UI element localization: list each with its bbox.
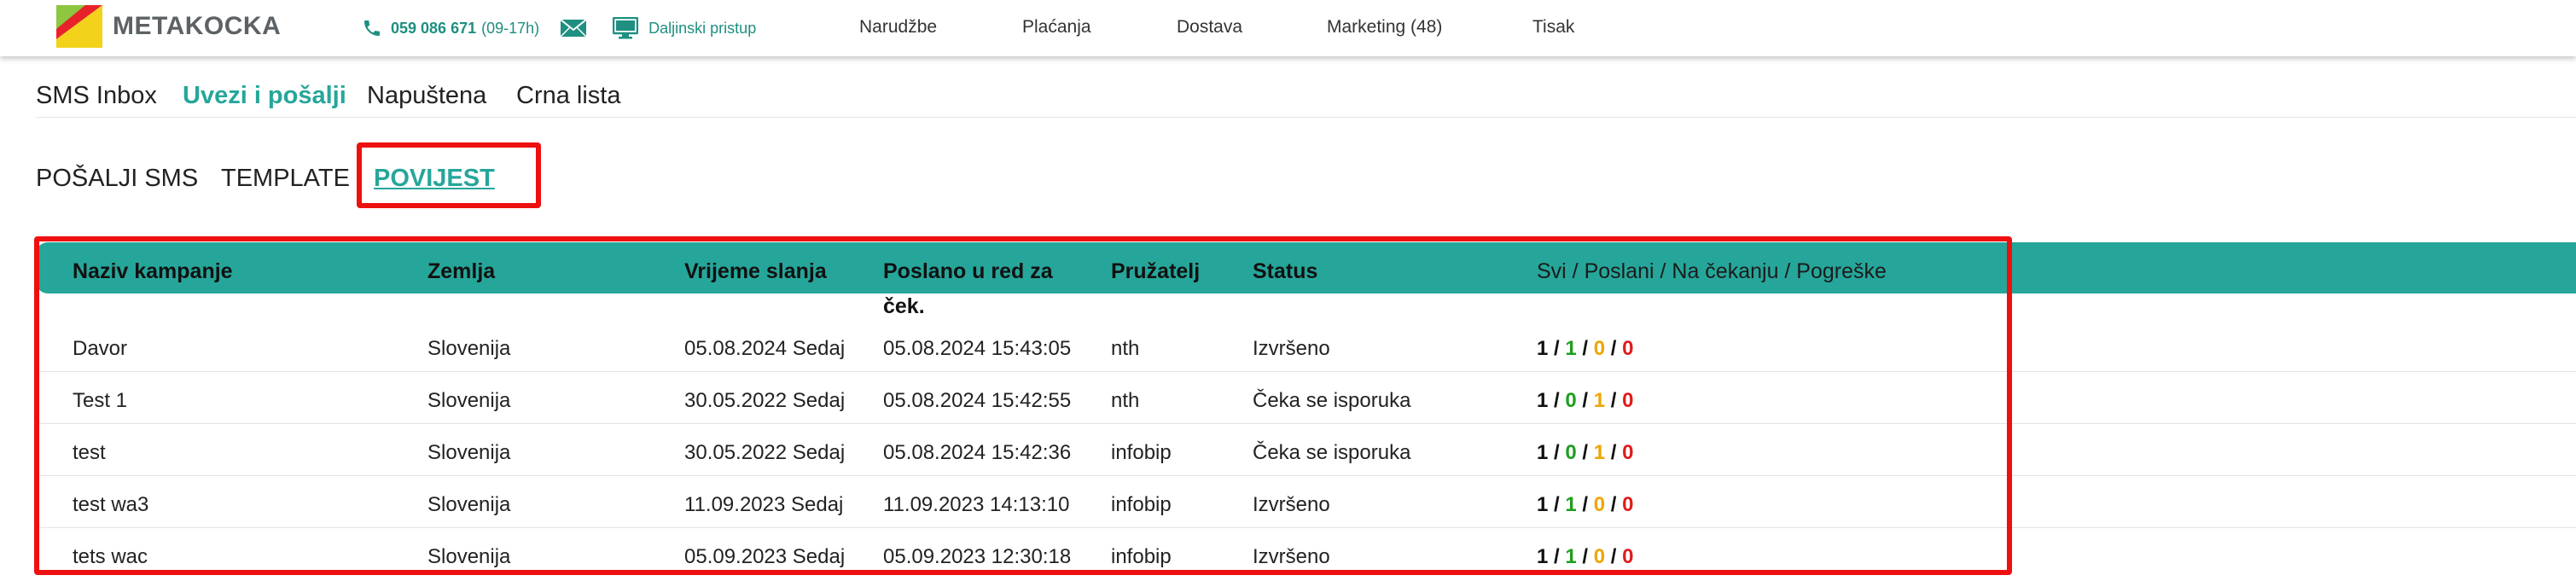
phone-number[interactable]: 059 086 671 <box>391 20 476 38</box>
mail-icon[interactable] <box>560 18 587 38</box>
tab-abandoned[interactable]: Napuštena <box>367 82 486 110</box>
tab-sms-inbox[interactable]: SMS Inbox <box>36 82 157 110</box>
top-bar: METAKOCKA 059 086 671 (09-17h) Daljinski… <box>0 0 2576 56</box>
logo-text: METAKOCKA <box>113 12 282 40</box>
tab-send-sms[interactable]: POŠALJI SMS <box>36 165 198 193</box>
tab-template[interactable]: TEMPLATE <box>221 165 350 193</box>
nav-item-print[interactable]: Tisak <box>1532 17 1574 38</box>
tab-import-send[interactable]: Uvezi i pošalji <box>183 82 346 110</box>
remote-access-link[interactable]: Daljinski pristup <box>648 20 756 38</box>
phone-hours: (09-17h) <box>481 19 540 37</box>
nav-item-marketing[interactable]: Marketing (48) <box>1327 17 1442 38</box>
contact-bar: 059 086 671 (09-17h) Daljinski pristup <box>362 17 756 39</box>
logo-cube-icon <box>56 5 102 48</box>
logo[interactable]: METAKOCKA <box>56 5 281 48</box>
nav-item-payments[interactable]: Plaćanja <box>1022 17 1091 38</box>
primary-tabs: SMS Inbox Uvezi i pošalji Napuštena Crna… <box>36 82 2576 118</box>
highlight-history-tab <box>357 142 541 208</box>
nav-item-delivery[interactable]: Dostava <box>1177 17 1242 38</box>
monitor-icon <box>613 17 639 39</box>
phone-icon <box>364 20 380 36</box>
nav-item-orders[interactable]: Narudžbe <box>859 17 937 38</box>
tab-blacklist[interactable]: Crna lista <box>516 82 621 110</box>
highlight-history-table <box>34 236 2012 575</box>
